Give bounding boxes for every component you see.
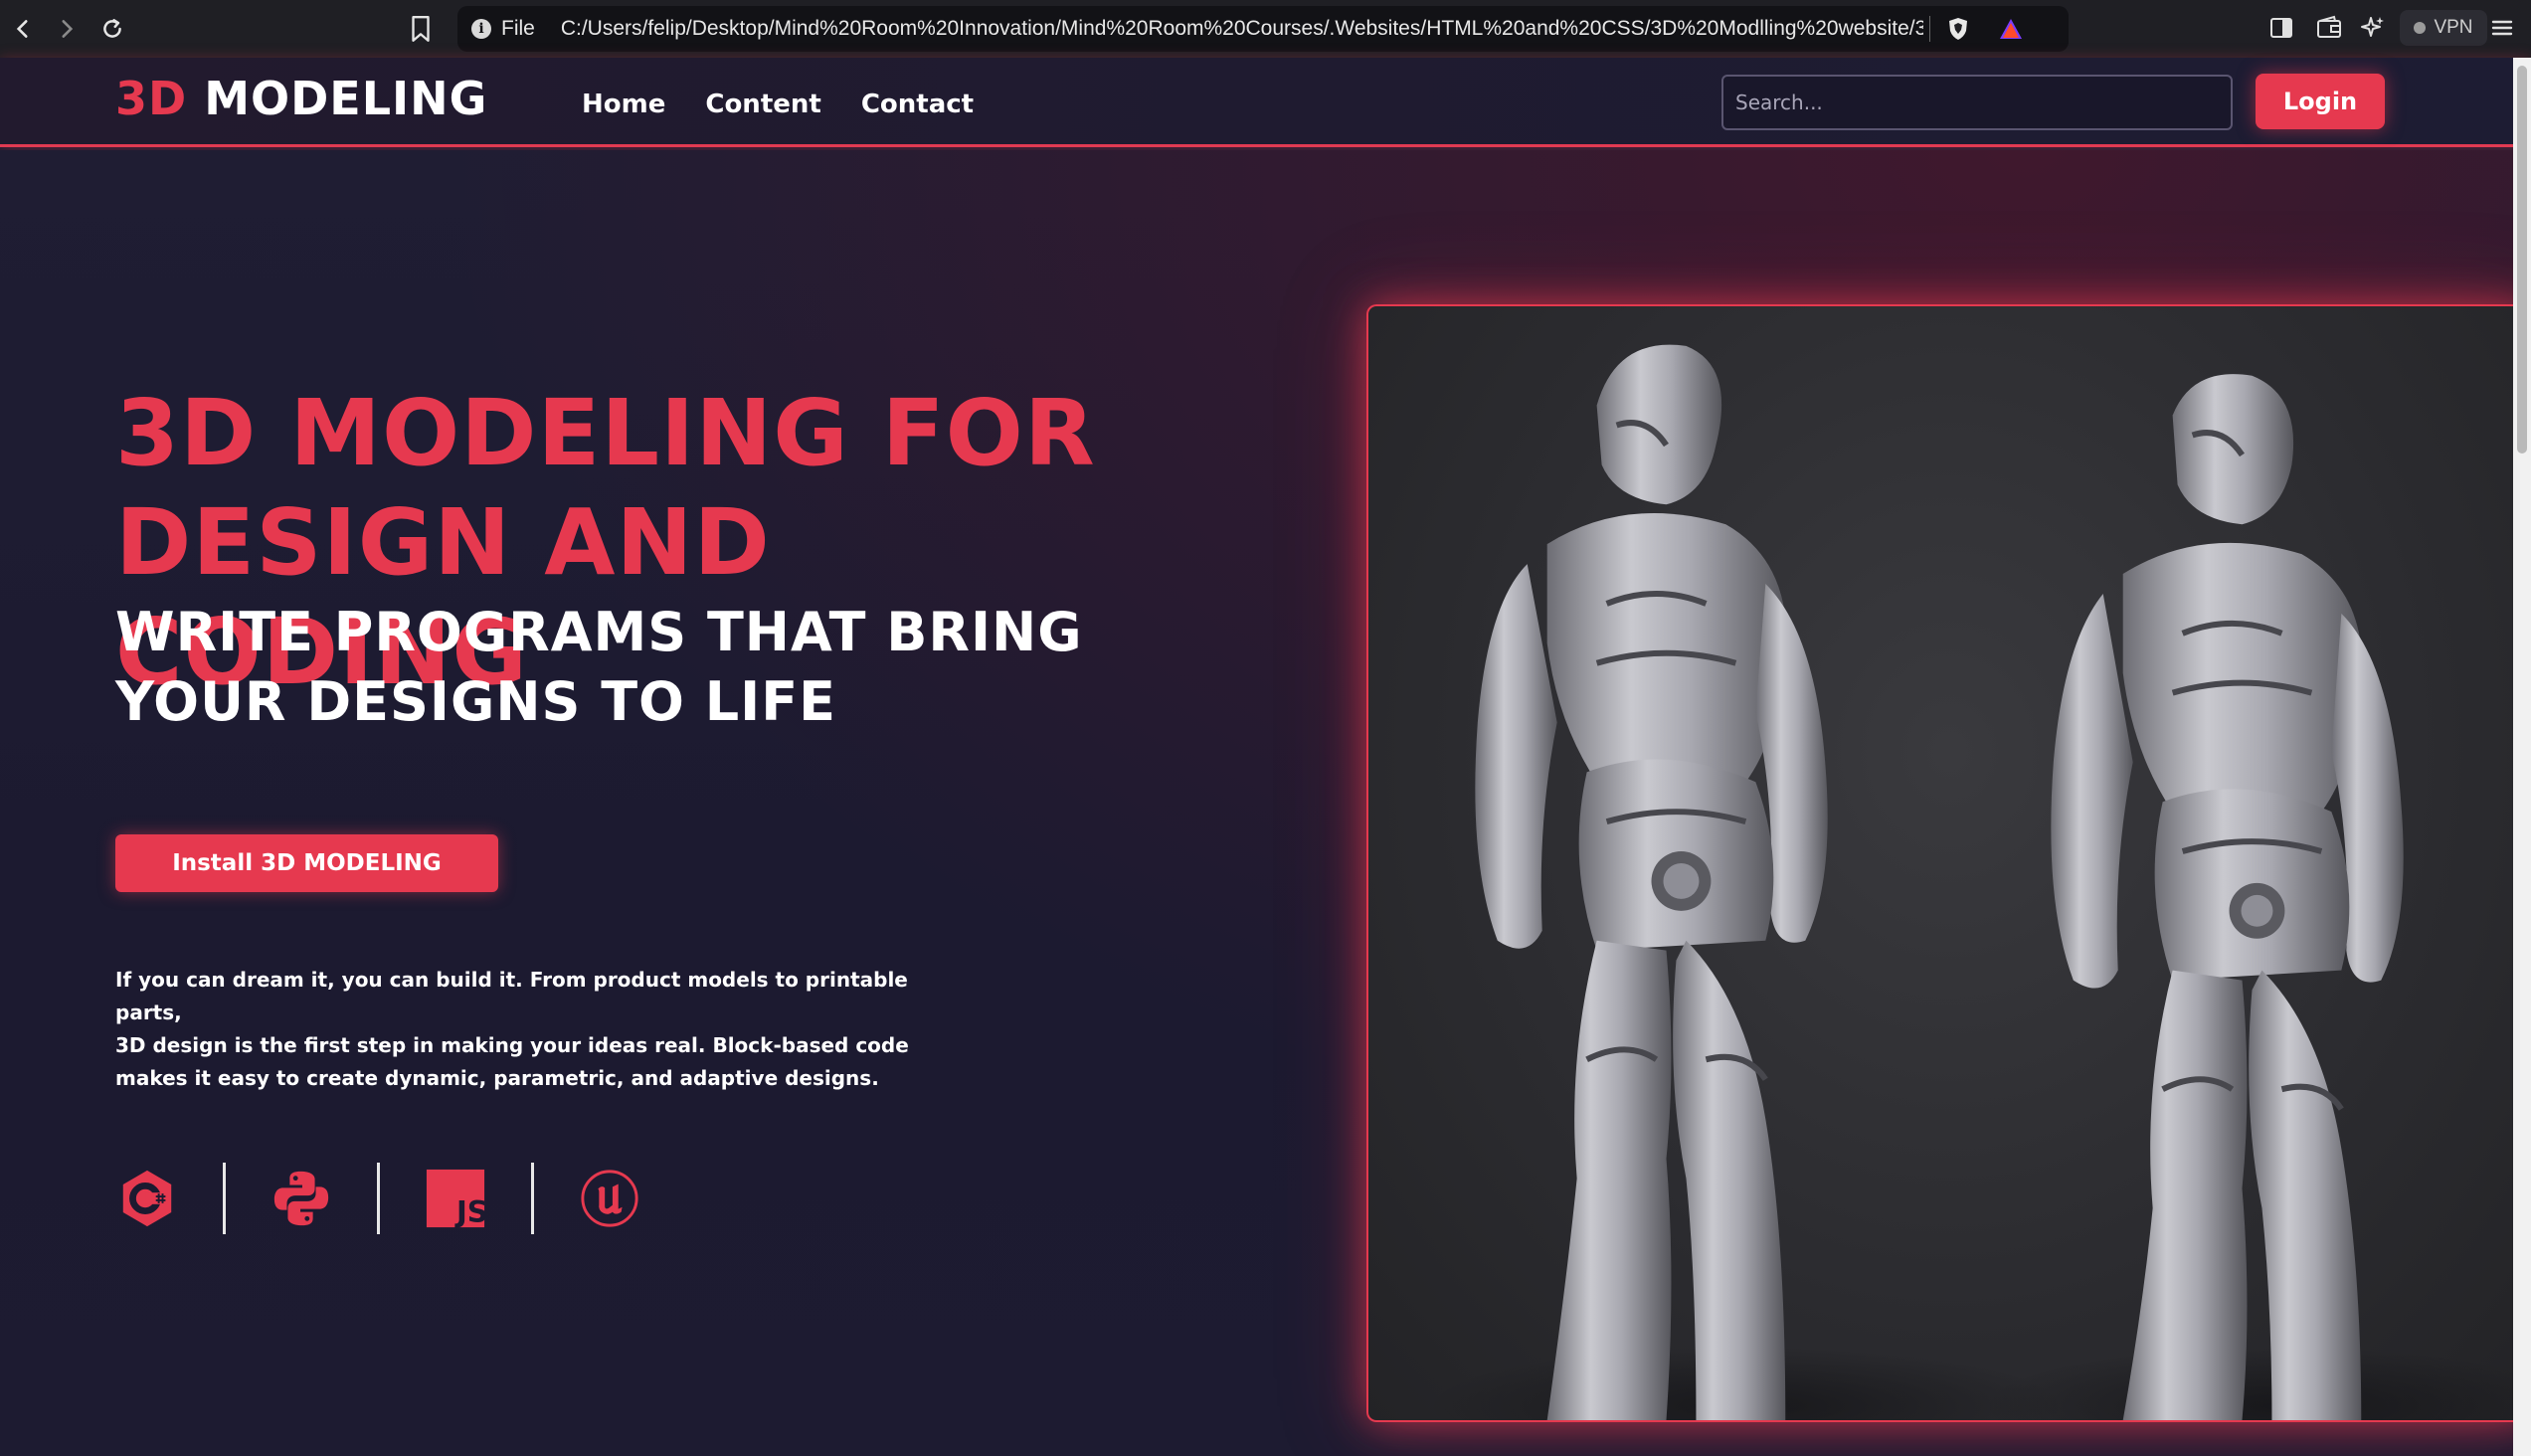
description-line-1: If you can dream it, you can build it. F… [115,968,908,1024]
nav-home[interactable]: Home [582,90,665,119]
hero-section: 3D MODELING FOR DESIGN AND CODING WRITE … [0,150,2531,1456]
bookmark-icon[interactable] [408,14,434,44]
hero-description: If you can dream it, you can build it. F… [115,964,931,1095]
address-bar[interactable]: i File C:/Users/felip/Desktop/Mind%20Roo… [457,6,2069,52]
site-info-icon[interactable]: i [471,19,491,39]
unreal-engine-icon[interactable] [578,1167,641,1230]
main-nav: Home Content Contact [582,90,974,119]
back-icon[interactable] [4,10,42,48]
c-sharp-icon[interactable] [115,1167,179,1230]
tech-divider [531,1163,534,1234]
js-label: JS [454,1194,486,1228]
subheadline-line-1: WRITE PROGRAMS THAT BRING [115,601,1083,663]
subheadline-line-2: YOUR DESIGNS TO LIFE [115,670,837,733]
wallet-icon[interactable] [2315,14,2343,42]
nav-content[interactable]: Content [705,90,820,119]
robot-figure-right [2051,374,2404,1420]
logo-accent: 3D [115,72,188,125]
description-line-3: makes it easy to create dynamic, paramet… [115,1066,879,1090]
reload-icon[interactable] [93,10,131,48]
login-button[interactable]: Login [2256,74,2385,129]
vpn-label: VPN [2434,17,2473,38]
robot-figure-left [1475,344,1828,1420]
scrollbar-thumb[interactable] [2517,66,2527,454]
brave-shield-icon[interactable] [1946,16,1970,42]
python-icon[interactable] [270,1167,333,1230]
hero-3d-render-image [1366,304,2531,1422]
vpn-button[interactable]: VPN [2400,10,2487,46]
tech-icons-row: JS [115,1163,641,1234]
headline-line-1: 3D MODELING FOR [115,380,1096,486]
sidebar-toggle-icon[interactable] [2267,14,2295,42]
hero-subheadline: WRITE PROGRAMS THAT BRING YOUR DESIGNS T… [115,598,1110,737]
search-input[interactable] [1721,75,2233,130]
brave-rewards-icon[interactable] [1998,17,2024,41]
tech-divider [377,1163,380,1234]
site-logo[interactable]: 3D MODELING [115,72,487,125]
browser-toolbar: i File C:/Users/felip/Desktop/Mind%20Roo… [0,0,2531,58]
forward-icon[interactable] [48,10,86,48]
logo-main: MODELING [204,72,488,125]
address-divider [1928,16,1930,42]
vpn-status-dot [2414,22,2427,34]
page-scrollbar[interactable] [2513,58,2531,1456]
install-button[interactable]: Install 3D MODELING [115,834,498,892]
site-header: 3D MODELING Home Content Contact Login [0,58,2531,147]
tech-divider [223,1163,226,1234]
nav-contact[interactable]: Contact [861,90,974,119]
menu-icon[interactable] [2488,14,2516,42]
description-line-2: 3D design is the first step in making yo… [115,1033,909,1057]
url-text[interactable]: C:/Users/felip/Desktop/Mind%20Room%20Inn… [561,17,1923,41]
leo-ai-icon[interactable] [2359,14,2387,42]
javascript-icon[interactable]: JS [424,1167,487,1230]
file-label: File [501,17,535,40]
